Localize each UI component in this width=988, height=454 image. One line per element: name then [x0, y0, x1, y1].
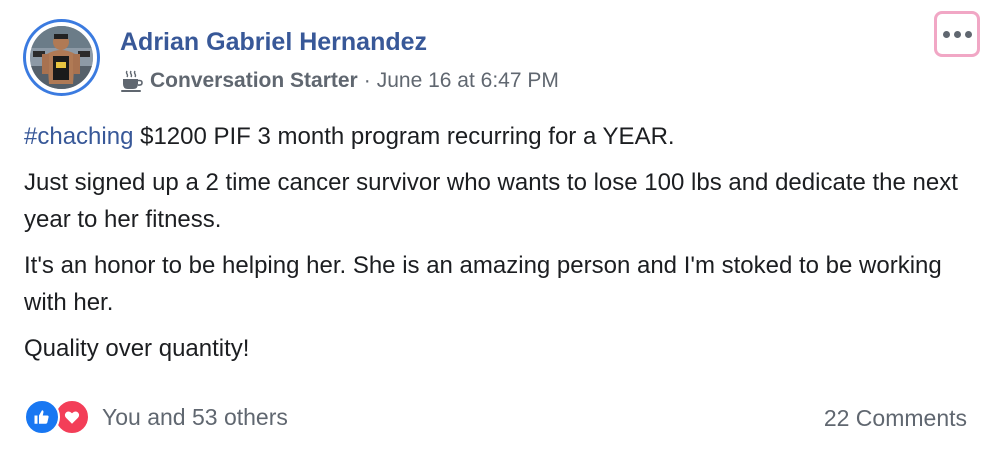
post-paragraph-2: Just signed up a 2 time cancer survivor …: [24, 169, 958, 233]
author-name[interactable]: Adrian Gabriel Hernandez: [120, 28, 427, 57]
hashtag-link[interactable]: #chaching: [24, 123, 133, 150]
more-options-icon: [942, 30, 950, 38]
badge-label[interactable]: Conversation Starter: [150, 69, 358, 93]
avatar[interactable]: [23, 19, 100, 96]
comments-count-link[interactable]: 22 Comments: [824, 405, 967, 432]
post-timestamp[interactable]: June 16 at 6:47 PM: [377, 69, 559, 93]
post-paragraph-4: Quality over quantity!: [24, 335, 250, 362]
post-paragraph-1: #chaching $1200 PIF 3 month program recu…: [24, 118, 964, 155]
post-body: #chaching $1200 PIF 3 month program recu…: [24, 118, 964, 376]
post-meta: Conversation Starter · June 16 at 6:47 P…: [120, 67, 559, 95]
reactions-summary[interactable]: You and 53 others: [24, 399, 288, 435]
more-options-button[interactable]: [934, 11, 980, 57]
reaction-count[interactable]: You and 53 others: [102, 404, 288, 431]
like-icon: [24, 399, 60, 435]
post-line-1-text: $1200 PIF 3 month program recurring for …: [133, 123, 675, 150]
profile-photo: [30, 26, 93, 89]
coffee-cup-icon: [121, 70, 143, 92]
post-card: Adrian Gabriel Hernandez Conversation St…: [0, 0, 988, 454]
meta-separator: ·: [363, 69, 371, 92]
post-paragraph-3: It's an honor to be helping her. She is …: [24, 252, 942, 316]
